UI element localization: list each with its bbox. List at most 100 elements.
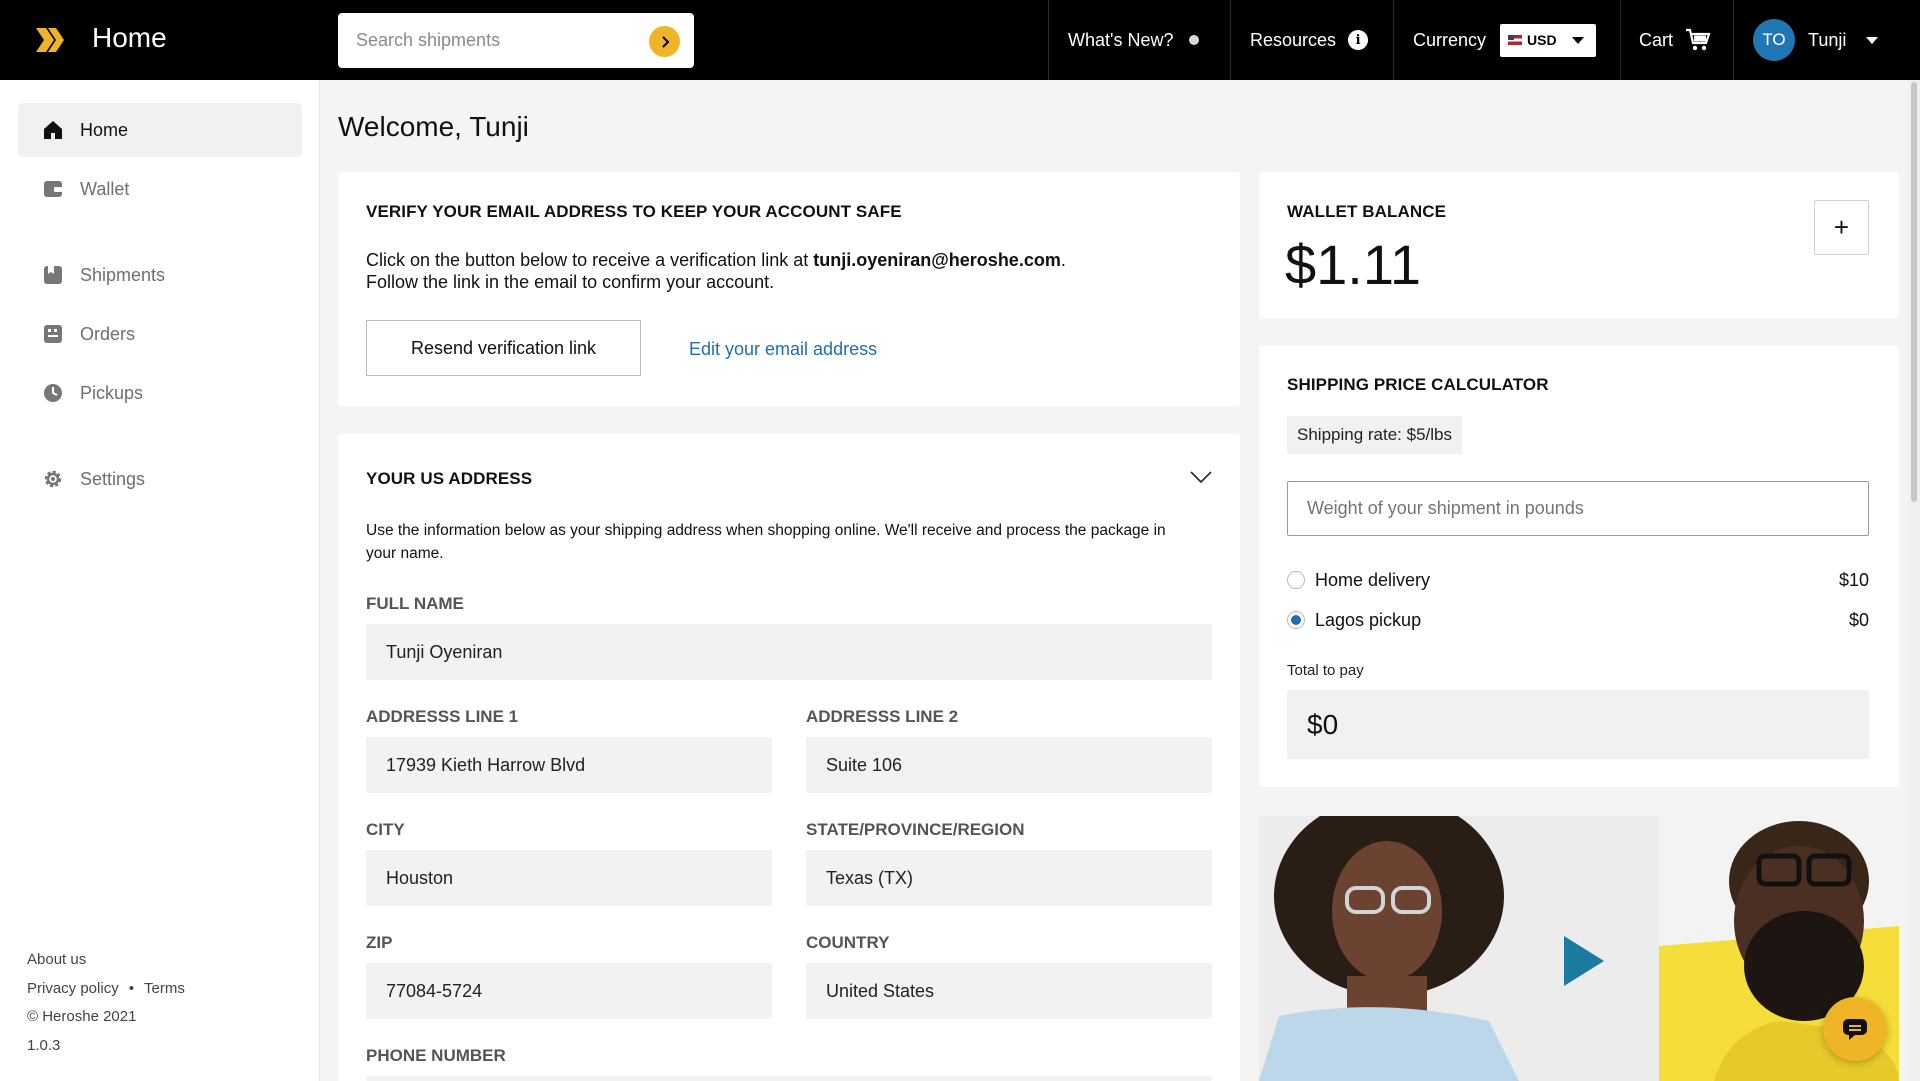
address-line2-field[interactable]: Suite 106 — [806, 737, 1212, 793]
calculator-title: SHIPPING PRICE CALCULATOR — [1287, 375, 1549, 394]
resources-button[interactable]: Resources i — [1250, 0, 1369, 80]
us-address-title: YOUR US ADDRESS — [366, 469, 533, 488]
us-address-description: Use the information below as your shippi… — [366, 522, 1166, 562]
orders-icon — [42, 323, 64, 345]
heroshe-logo[interactable] — [34, 24, 66, 56]
add-funds-button[interactable]: + — [1814, 200, 1869, 255]
zip-label: ZIP — [366, 933, 393, 952]
phone-label: PHONE NUMBER — [366, 1046, 506, 1065]
whats-new-label: What's New? — [1068, 29, 1174, 50]
verify-line2: Follow the link in the email to confirm … — [366, 272, 775, 292]
video-thumbnail — [1259, 816, 1899, 1081]
app-version: 1.0.3 — [27, 1036, 61, 1054]
address-line1-label: ADDRESSS LINE 1 — [366, 707, 519, 726]
total-value: $0 — [1287, 690, 1869, 759]
currency-control: Currency USD — [1413, 0, 1597, 80]
sidebar-item-label: Pickups — [80, 382, 144, 403]
about-link[interactable]: About us — [27, 951, 86, 968]
shipping-rate-badge: Shipping rate: $5/lbs — [1287, 416, 1462, 454]
resend-verification-button[interactable]: Resend verification link — [366, 320, 641, 376]
chat-icon — [1843, 1019, 1867, 1040]
top-bar: Home What's New? Resources i Currency US… — [0, 0, 1920, 80]
sidebar-item-label: Wallet — [80, 178, 130, 199]
resources-label: Resources — [1250, 29, 1337, 50]
info-icon: i — [1348, 30, 1369, 50]
avatar: TO — [1753, 19, 1795, 61]
chevron-right-icon — [661, 35, 669, 48]
state-field[interactable]: Texas (TX) — [806, 850, 1212, 906]
wallet-title: WALLET BALANCE — [1287, 202, 1447, 221]
address-line1-field[interactable]: 17939 Kieth Harrow Blvd — [366, 737, 772, 793]
wallet-card: WALLET BALANCE $1.11 + — [1259, 172, 1899, 318]
zip-field[interactable]: 77084-5724 — [366, 963, 772, 1019]
verify-email-card: VERIFY YOUR EMAIL ADDRESS TO KEEP YOUR A… — [338, 172, 1240, 406]
notification-dot-icon — [1189, 35, 1200, 45]
shipping-calculator-card: SHIPPING PRICE CALCULATOR Shipping rate:… — [1259, 346, 1899, 787]
cart-button[interactable]: Cart — [1639, 0, 1711, 80]
sidebar-item-shipments[interactable]: Shipments — [18, 248, 302, 302]
divider — [1733, 0, 1734, 80]
option-price: $0 — [1848, 609, 1869, 630]
verify-email-text: Click on the button below to receive a v… — [366, 249, 1226, 293]
country-label: COUNTRY — [806, 933, 890, 952]
sidebar-item-label: Shipments — [80, 264, 166, 285]
radio-checked-icon — [1287, 611, 1305, 629]
currency-value: USD — [1527, 32, 1557, 48]
pickups-icon — [42, 382, 64, 404]
full-name-field[interactable]: Tunji Oyeniran — [366, 624, 1212, 680]
whats-new-button[interactable]: What's New? — [1068, 0, 1200, 80]
chevron-down-icon[interactable] — [1190, 470, 1212, 484]
sidebar-item-home[interactable]: Home — [18, 103, 302, 157]
sidebar-item-label: Home — [80, 119, 129, 140]
city-field[interactable]: Houston — [366, 850, 772, 906]
sidebar-item-label: Settings — [80, 468, 146, 489]
address-line2-label: ADDRESSS LINE 2 — [806, 707, 959, 726]
page-scrollbar[interactable] — [1908, 80, 1920, 1081]
edit-email-link[interactable]: Edit your email address — [689, 339, 877, 360]
user-name: Tunji — [1808, 29, 1847, 50]
page-title: Home — [92, 22, 167, 53]
privacy-link[interactable]: Privacy policy — [27, 980, 119, 997]
footer-separator: • — [128, 979, 135, 997]
sidebar-footer: About us Privacy policy • Terms © Herosh… — [27, 946, 185, 1060]
terms-link[interactable]: Terms — [144, 980, 185, 997]
user-menu[interactable]: TO Tunji — [1753, 0, 1879, 80]
chevron-down-icon — [1866, 36, 1879, 44]
sidebar-item-orders[interactable]: Orders — [18, 307, 302, 361]
option-label: Home delivery — [1315, 569, 1431, 590]
copyright: © Heroshe 2021 — [27, 1008, 137, 1025]
divider — [1230, 0, 1231, 80]
currency-select[interactable]: USD — [1500, 23, 1597, 57]
country-field[interactable]: United States — [806, 963, 1212, 1019]
total-label: Total to pay — [1287, 662, 1364, 679]
scrollbar-thumb[interactable] — [1911, 82, 1917, 502]
divider — [1048, 0, 1049, 80]
verify-email-title: VERIFY YOUR EMAIL ADDRESS TO KEEP YOUR A… — [366, 202, 902, 221]
state-label: STATE/PROVINCE/REGION — [806, 820, 1025, 839]
sidebar-item-settings[interactable]: Settings — [18, 452, 302, 506]
option-label: Lagos pickup — [1315, 609, 1422, 630]
chat-support-button[interactable] — [1823, 997, 1887, 1061]
home-delivery-option[interactable]: Home delivery $10 — [1287, 568, 1869, 592]
intro-video[interactable] — [1259, 816, 1899, 1081]
weight-input[interactable] — [1287, 481, 1869, 536]
city-label: CITY — [366, 820, 405, 839]
verify-line1-suffix: . — [1060, 250, 1066, 270]
wallet-icon — [42, 178, 64, 200]
welcome-heading: Welcome, Tunji — [338, 111, 529, 142]
divider — [1393, 0, 1394, 80]
currency-label: Currency — [1413, 29, 1487, 50]
cart-label: Cart — [1639, 29, 1674, 50]
lagos-pickup-option[interactable]: Lagos pickup $0 — [1287, 608, 1869, 632]
search-submit-button[interactable] — [649, 26, 680, 57]
phone-field[interactable] — [366, 1076, 1212, 1081]
verify-line1-prefix: Click on the button below to receive a v… — [366, 250, 814, 270]
wallet-balance: $1.11 — [1285, 233, 1421, 296]
chevron-down-icon — [1572, 36, 1585, 44]
search-box — [338, 13, 694, 68]
sidebar-item-wallet[interactable]: Wallet — [18, 162, 302, 216]
sidebar: Home Wallet Shipments Orders Pickups Set… — [0, 80, 320, 1081]
search-input[interactable] — [356, 13, 646, 68]
us-flag-icon — [1508, 35, 1523, 45]
sidebar-item-pickups[interactable]: Pickups — [18, 366, 302, 420]
